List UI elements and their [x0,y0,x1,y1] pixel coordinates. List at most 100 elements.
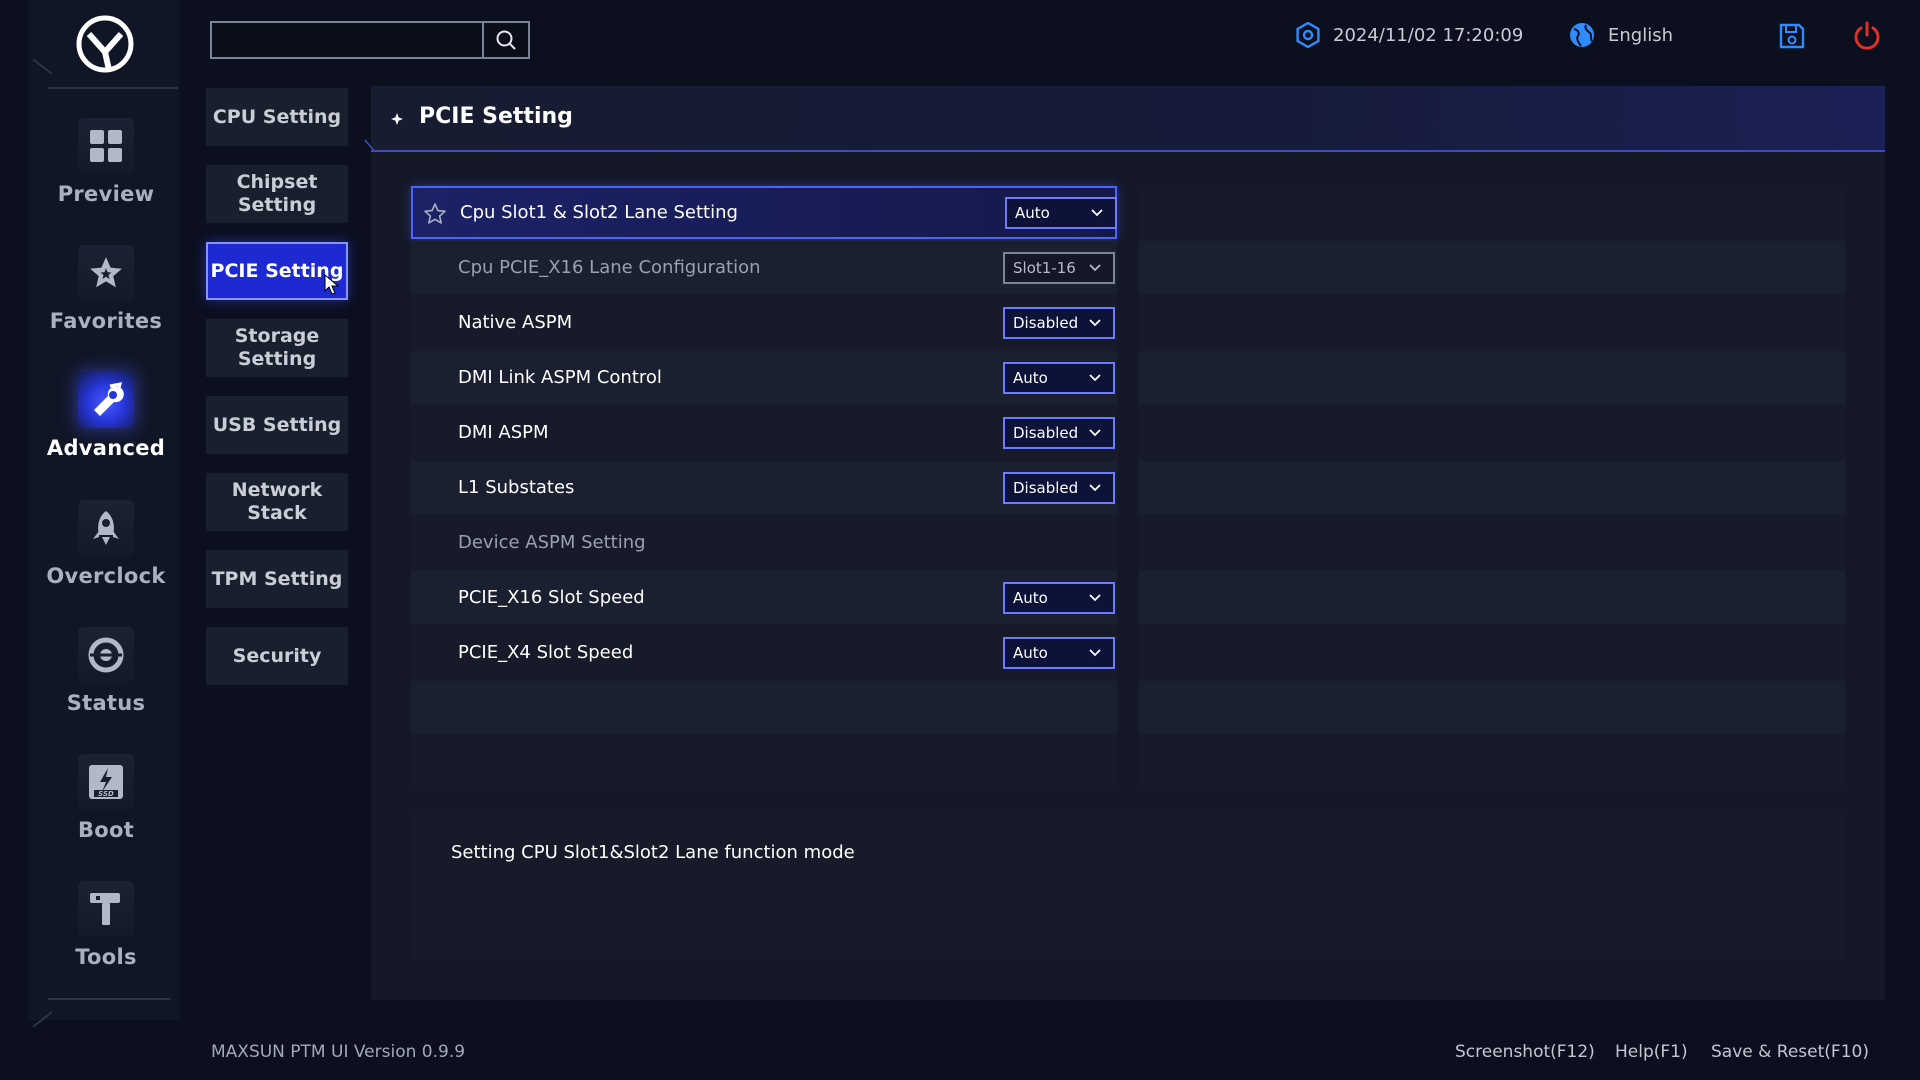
globe-icon [1570,23,1594,47]
setting-dropdown[interactable]: Disabled [1003,471,1115,504]
nav-label: Overclock [46,564,166,588]
chevron-down-icon [1089,648,1101,656]
submenu-security[interactable]: Security [206,627,348,685]
rocket-icon [78,500,134,556]
nav-item-advanced[interactable]: Advanced [28,372,184,482]
setting-dropdown[interactable]: Auto [1003,581,1115,614]
dropdown-value: Auto [1015,203,1050,222]
setting-group-device-aspm: Device ASPM Setting [411,516,1117,569]
chevron-down-icon [1089,428,1101,436]
submenu-tpm-setting[interactable]: TPM Setting [206,550,348,608]
submenu-label: Chipset Setting [236,171,318,216]
setting-label: DMI Link ASPM Control [458,367,662,388]
nav-label: Favorites [49,309,163,333]
setting-row-pcie-x16-lane[interactable]: Cpu PCIE_X16 Lane Configuration Slot1-16 [411,241,1117,294]
nav-label: Status [66,691,146,715]
setting-dropdown[interactable]: Auto [1003,361,1115,394]
setting-row-native-aspm[interactable]: Native ASPM Disabled [411,296,1117,349]
dropdown-value: Auto [1013,643,1048,662]
version-label: MAXSUN PTM UI Version 0.9.9 [211,1042,466,1062]
power-button[interactable] [1851,20,1883,52]
title-marker-icon [391,113,403,125]
dropdown-value: Disabled [1013,478,1079,497]
star-icon [78,245,134,301]
chevron-down-icon [1091,208,1103,216]
submenu-label: Storage Setting [234,325,320,370]
setting-row-dmi-link-aspm[interactable]: DMI Link ASPM Control Auto [411,351,1117,404]
help-description-box: Setting CPU Slot1&Slot2 Lane function mo… [411,810,1845,960]
nav-label: Boot [77,818,135,842]
search-input[interactable] [212,23,482,57]
setting-label: PCIE_X4 Slot Speed [458,642,634,663]
grid-icon [78,118,134,174]
setting-label: Native ASPM [458,312,573,333]
chevron-down-icon [1089,318,1101,326]
clock-settings-icon [1296,22,1320,48]
settings-list: Cpu Slot1 & Slot2 Lane Setting Auto Cpu … [411,186,1117,790]
submenu-network-stack[interactable]: Network Stack [206,473,348,531]
favorite-star-icon[interactable] [423,202,447,226]
gauge-icon [78,627,134,683]
nav-item-preview[interactable]: Preview [28,118,184,228]
detail-row [1139,351,1845,404]
submenu-usb-setting[interactable]: USB Setting [206,396,348,454]
chevron-down-icon [1089,263,1101,271]
submenu-storage-setting[interactable]: Storage Setting [206,319,348,377]
settings-detail-area [1139,186,1845,790]
section-heading: Device ASPM Setting [458,532,646,553]
detail-row [1139,241,1845,294]
page-title: PCIE Setting [419,104,573,129]
setting-dropdown: Slot1-16 [1003,251,1115,284]
setting-label: Cpu Slot1 & Slot2 Lane Setting [460,202,738,223]
submenu-cpu-setting[interactable]: CPU Setting [206,88,348,146]
settings-panel: PCIE Setting Cpu Slot1 & Slot2 Lane Sett… [371,86,1885,1000]
submenu-chipset-setting[interactable]: Chipset Setting [206,165,348,223]
help-text: Setting CPU Slot1&Slot2 Lane function mo… [451,842,855,863]
dropdown-value: Slot1-16 [1013,258,1076,277]
mouse-cursor-icon [324,274,340,295]
save-button[interactable] [1776,20,1808,52]
nav-item-overclock[interactable]: Overclock [28,500,184,610]
setting-dropdown[interactable]: Auto [1005,196,1117,229]
setting-row-pcie-x4-speed[interactable]: PCIE_X4 Slot Speed Auto [411,626,1117,679]
search-button[interactable] [482,23,528,57]
setting-dropdown[interactable]: Disabled [1003,416,1115,449]
search-icon [496,30,516,50]
setting-label: L1 Substates [458,477,575,498]
search-box [210,21,530,59]
setting-dropdown[interactable]: Disabled [1003,306,1115,339]
panel-header: PCIE Setting [371,86,1885,152]
detail-row [1139,681,1845,734]
nav-label: Preview [57,182,155,206]
language-selector[interactable]: English [1568,20,1673,50]
setting-label: PCIE_X16 Slot Speed [458,587,645,608]
setting-row-cpu-slot-lane[interactable]: Cpu Slot1 & Slot2 Lane Setting Auto [411,186,1117,239]
setting-row-dmi-aspm[interactable]: DMI ASPM Disabled [411,406,1117,459]
setting-row-l1-substates[interactable]: L1 Substates Disabled [411,461,1117,514]
dropdown-value: Auto [1013,588,1048,607]
setting-dropdown[interactable]: Auto [1003,636,1115,669]
dropdown-value: Auto [1013,368,1048,387]
chevron-down-icon [1089,593,1101,601]
nav-item-tools[interactable]: Tools [28,881,184,991]
save-reset-button[interactable]: Save & Reset(F10) [1711,1042,1869,1062]
nav-item-status[interactable]: Status [28,627,184,737]
datetime-display: 2024/11/02 17:20:09 [1295,20,1523,50]
maxsun-logo [75,14,135,74]
svg-text:SSD: SSD [98,790,114,798]
dropdown-value: Disabled [1013,423,1079,442]
hammer-icon [78,881,134,937]
power-icon [1854,21,1880,50]
detail-row [1139,571,1845,624]
nav-item-boot[interactable]: SSD Boot [28,754,184,864]
language-label: English [1608,24,1673,46]
help-button[interactable]: Help(F1) [1615,1042,1688,1062]
chevron-down-icon [1089,373,1101,381]
setting-row-pcie-x16-speed[interactable]: PCIE_X16 Slot Speed Auto [411,571,1117,624]
nav-label: Advanced [46,436,166,460]
nav-item-favorites[interactable]: Favorites [28,245,184,355]
datetime-text: 2024/11/02 17:20:09 [1333,24,1524,46]
nav-divider-bottom [48,998,170,1000]
dropdown-value: Disabled [1013,313,1079,332]
screenshot-button[interactable]: Screenshot(F12) [1455,1042,1595,1062]
